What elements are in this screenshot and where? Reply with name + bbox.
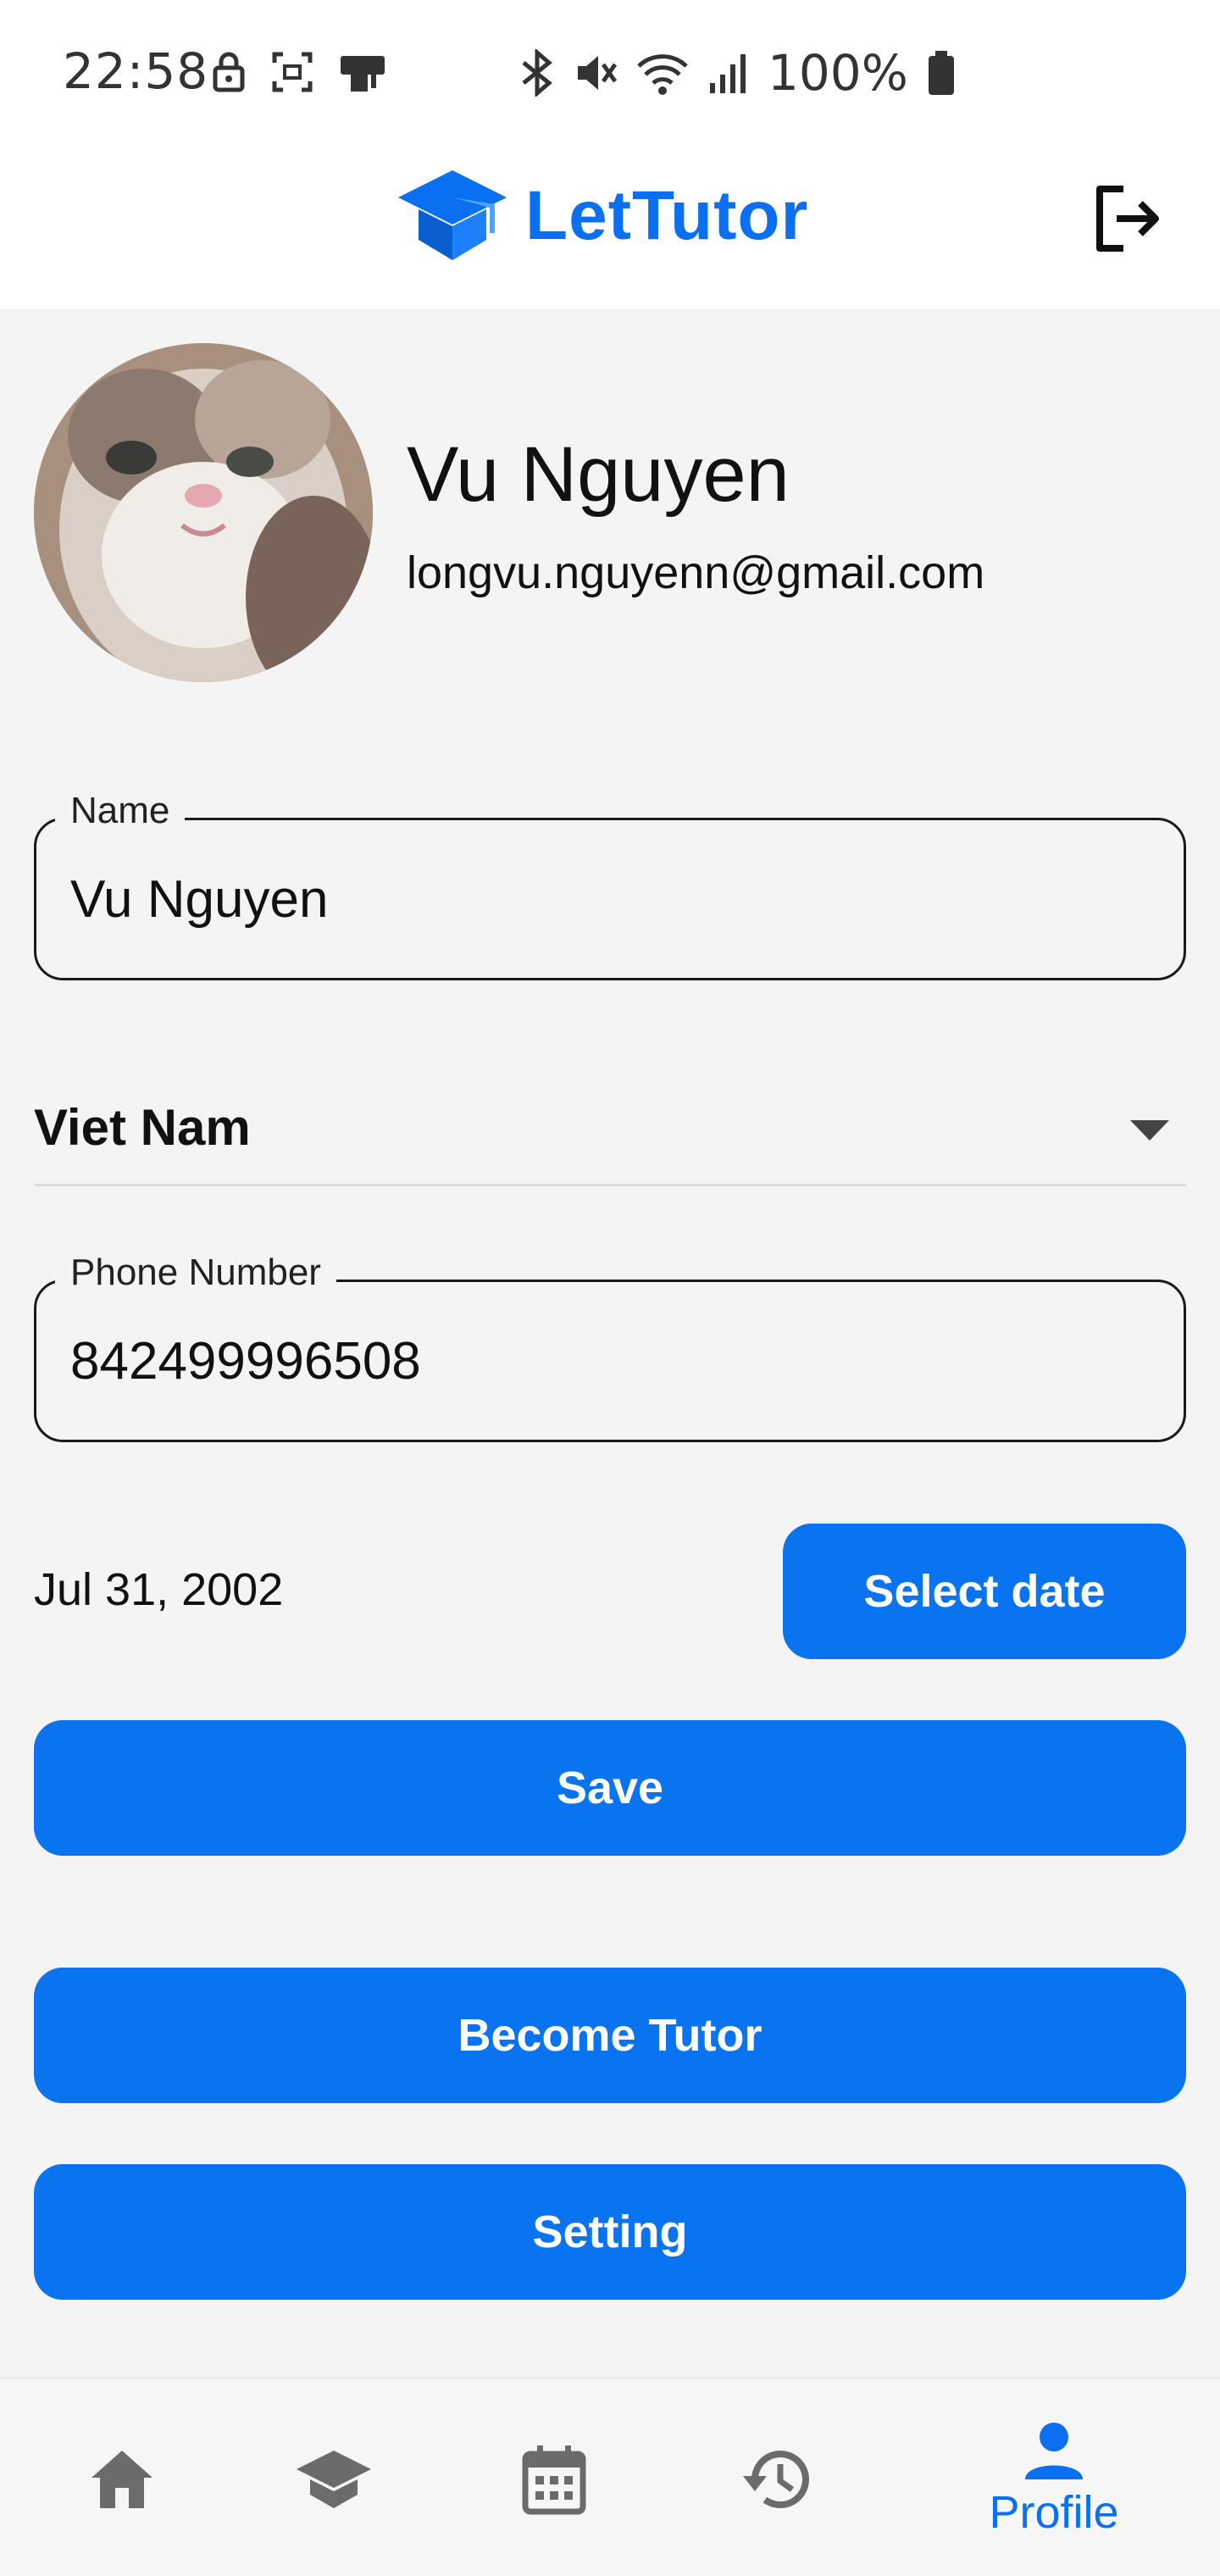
home-icon	[92, 2450, 152, 2508]
profile-email: longvu.nguyenn@gmail.com	[407, 547, 985, 598]
become-tutor-button[interactable]: Become Tutor	[34, 1968, 1186, 2103]
profile-name: Vu Nguyen	[407, 431, 790, 518]
name-field-label: Name	[55, 790, 186, 832]
name-field[interactable]: Name Vu Nguyen	[34, 790, 1186, 980]
country-dropdown-value: Viet Nam	[34, 1099, 251, 1156]
avatar[interactable]	[34, 343, 373, 682]
logout-button[interactable]	[1090, 180, 1166, 257]
dropdown-arrow-icon	[1130, 1120, 1169, 1141]
status-time: 22:58	[63, 42, 209, 100]
setting-button[interactable]: Setting	[34, 2164, 1186, 2300]
screenshot-icon	[272, 52, 313, 92]
app-title: LetTutor	[525, 177, 809, 254]
nav-item-home[interactable]	[0, 2379, 244, 2576]
battery-icon	[928, 51, 954, 95]
battery-percent: 100%	[768, 44, 908, 102]
mute-icon	[578, 56, 617, 90]
nav-item-history[interactable]	[654, 2379, 898, 2576]
signal-icon	[710, 54, 746, 93]
device-icon	[341, 56, 385, 92]
phone-field[interactable]: Phone Number 842499996508	[34, 1252, 1186, 1442]
graduation-cap-icon	[297, 2450, 371, 2508]
name-field-value[interactable]: Vu Nguyen	[70, 869, 328, 930]
nav-item-courses[interactable]	[212, 2379, 456, 2576]
avatar-photo-icon	[34, 343, 373, 682]
bluetooth-icon	[522, 49, 552, 97]
nav-item-schedule[interactable]	[432, 2379, 676, 2576]
app-logo: LetTutor	[395, 165, 808, 267]
graduation-cap-logo-icon	[398, 170, 507, 260]
phone-field-value[interactable]: 842499996508	[70, 1331, 421, 1391]
birthday-text: Jul 31, 2002	[34, 1564, 284, 1615]
nav-item-profile-label: Profile	[989, 2486, 1119, 2538]
history-icon	[743, 2450, 809, 2508]
country-dropdown[interactable]: Viet Nam	[34, 1068, 1186, 1186]
select-date-button[interactable]: Select date	[783, 1524, 1186, 1659]
calendar-icon	[522, 2445, 586, 2514]
app-bar: LetTutor	[0, 144, 1220, 309]
lock-icon	[213, 52, 245, 92]
status-bar: 22:58 100%	[0, 0, 1220, 144]
phone-field-label: Phone Number	[55, 1252, 336, 1294]
status-icons-right: 100%	[518, 44, 956, 102]
wifi-icon	[637, 54, 688, 95]
logout-icon	[1096, 186, 1159, 252]
status-icons-left	[212, 51, 386, 93]
bottom-nav: Profile	[0, 2377, 1220, 2576]
save-button[interactable]: Save	[34, 1720, 1186, 1856]
nav-item-profile[interactable]: Profile	[932, 2379, 1176, 2576]
person-icon	[1025, 2422, 1083, 2479]
